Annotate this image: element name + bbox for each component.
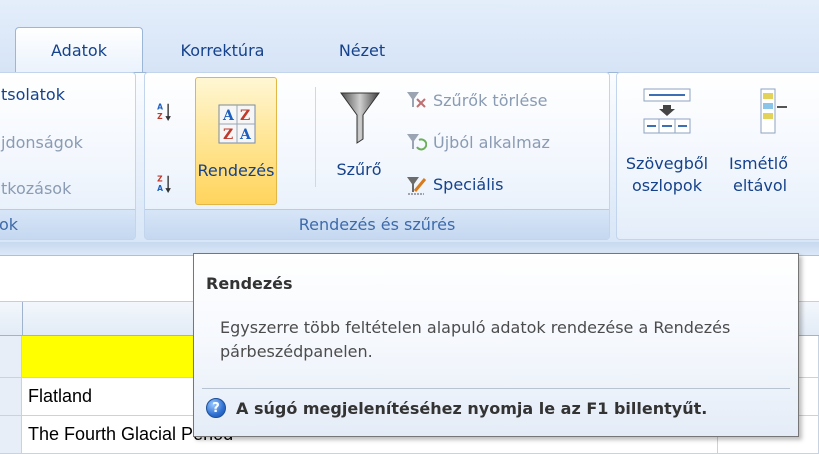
tooltip-help-text: A súgó megjelenítéséhez nyomja le az F1 … xyxy=(236,398,708,418)
advanced-filter-button[interactable]: Speciális xyxy=(405,173,503,195)
text-to-columns-button[interactable]: Szövegből oszlopok xyxy=(621,77,713,205)
tooltip-help-row: ? A súgó megjelenítéséhez nyomja le az F… xyxy=(206,398,707,418)
svg-text:Z: Z xyxy=(240,108,250,124)
row-header xyxy=(0,378,22,416)
row-header xyxy=(0,336,22,378)
connections-group-label: ok xyxy=(0,209,135,239)
help-icon: ? xyxy=(206,398,226,418)
text-to-columns-icon xyxy=(643,88,691,134)
edit-links-button[interactable]: tkozások xyxy=(1,179,71,198)
row-header xyxy=(0,416,22,454)
advanced-filter-label: Speciális xyxy=(433,174,504,194)
funnel-icon xyxy=(340,92,380,144)
svg-text:Z: Z xyxy=(157,112,163,121)
sort-button-label: Rendezés xyxy=(197,161,275,180)
group-separator xyxy=(315,87,316,187)
clear-filter-icon xyxy=(407,92,426,108)
remove-duplicates-label-1: Ismétlő xyxy=(729,154,788,173)
connections-button[interactable]: tsolatok xyxy=(1,85,65,104)
sort-z-a-button[interactable]: Z A xyxy=(153,173,175,195)
sort-button[interactable]: A Z Z A Rendezés xyxy=(195,77,277,205)
clear-filters-label: Szűrők törlése xyxy=(433,90,548,110)
reapply-button[interactable]: Újból alkalmaz xyxy=(405,131,550,153)
svg-text:Z: Z xyxy=(157,174,163,183)
advanced-filter-icon xyxy=(407,177,427,195)
text-to-columns-label-2: oszlopok xyxy=(632,176,702,195)
sort-a-z-button[interactable]: A Z xyxy=(153,101,175,123)
sort-dialog-icon: A Z Z A xyxy=(218,104,256,144)
filter-button[interactable]: Szűrő xyxy=(323,77,395,205)
reapply-filter-icon xyxy=(407,134,427,151)
svg-text:A: A xyxy=(157,102,163,111)
clear-filters-button[interactable]: Szűrők törlése xyxy=(405,89,548,111)
sort-ascending-icon: A Z xyxy=(157,102,171,121)
remove-duplicates-label-2: eltávol xyxy=(733,176,788,195)
tab-nezet[interactable]: Nézet xyxy=(322,27,402,73)
svg-text:A: A xyxy=(222,108,235,124)
sort-filter-group: A Z Z A A Z Z A Rendezés Szűrő Szűrők tö… xyxy=(144,72,610,240)
ribbon-tab-bar: Adatok Korrektúra Nézet xyxy=(0,0,819,73)
svg-text:A: A xyxy=(239,127,252,143)
tooltip-divider xyxy=(202,388,790,389)
connections-group: tsolatok jdonságok tkozások ok xyxy=(0,72,136,240)
data-tools-group: Szövegből oszlopok Ismétlő eltávol xyxy=(616,72,819,240)
tooltip-title: Rendezés xyxy=(206,274,293,293)
connections-label: tsolatok xyxy=(1,85,65,104)
edit-links-label: tkozások xyxy=(1,179,72,198)
remove-duplicates-button[interactable]: Ismétlő eltávol xyxy=(717,77,819,205)
remove-duplicates-icon xyxy=(760,88,787,134)
sort-filter-group-label: Rendezés és szűrés xyxy=(145,209,609,239)
text-to-columns-label-1: Szövegből xyxy=(625,154,709,173)
sort-descending-icon: Z A xyxy=(157,174,171,193)
svg-text:Z: Z xyxy=(223,127,233,143)
sort-tooltip: Rendezés Egyszerre több feltételen alapu… xyxy=(193,253,799,437)
tab-korrektura[interactable]: Korrektúra xyxy=(160,27,285,73)
tooltip-description: Egyszerre több feltételen alapuló adatok… xyxy=(220,318,731,361)
filter-button-label: Szűrő xyxy=(336,160,382,179)
svg-text:A: A xyxy=(157,184,163,193)
properties-label: jdonságok xyxy=(1,133,83,152)
reapply-label: Újból alkalmaz xyxy=(433,132,550,152)
tab-adatok[interactable]: Adatok xyxy=(15,27,143,73)
properties-button[interactable]: jdonságok xyxy=(1,133,83,152)
